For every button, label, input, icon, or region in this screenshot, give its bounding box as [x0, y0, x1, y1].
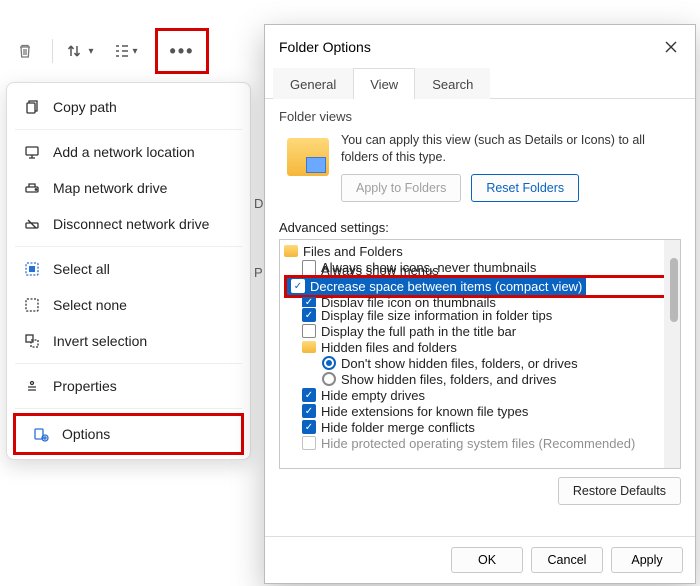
advanced-settings-box: Files and Folders Always show icons, nev…: [279, 239, 681, 469]
tree-display-file-size[interactable]: ✓Display file size information in folder…: [284, 307, 676, 323]
ctx-label: Select none: [53, 297, 127, 313]
ctx-label: Copy path: [53, 99, 117, 115]
tab-search[interactable]: Search: [415, 68, 490, 99]
tree-display-full-path[interactable]: Display the full path in the title bar: [284, 323, 676, 339]
tree-hide-protected-os[interactable]: Hide protected operating system files (R…: [284, 435, 676, 451]
folder-views-icon: [287, 138, 329, 176]
radio-icon[interactable]: [322, 356, 336, 370]
tree-hide-extensions[interactable]: ✓Hide extensions for known file types: [284, 403, 676, 419]
folder-views-heading: Folder views: [279, 109, 681, 124]
select-none-icon: [23, 296, 41, 314]
ctx-label: Add a network location: [53, 144, 195, 160]
advanced-settings-label: Advanced settings:: [279, 220, 681, 235]
checkbox-icon[interactable]: ✓: [302, 297, 316, 307]
tree-dont-show-hidden[interactable]: Don't show hidden files, folders, or dri…: [284, 355, 676, 371]
disconnect-drive-icon: [23, 215, 41, 233]
ctx-label: Map network drive: [53, 180, 167, 196]
ctx-options-highlight: Options: [13, 413, 244, 455]
more-button-highlight: •••: [155, 28, 209, 74]
ok-button[interactable]: OK: [451, 547, 523, 573]
ctx-copy-path[interactable]: Copy path: [7, 89, 250, 125]
ctx-label: Disconnect network drive: [53, 216, 209, 232]
tab-view[interactable]: View: [353, 68, 415, 99]
ctx-label: Invert selection: [53, 333, 147, 349]
checkbox-icon[interactable]: ✓: [302, 388, 316, 402]
checkbox-icon[interactable]: ✓: [302, 420, 316, 434]
tree-hide-merge-conflicts[interactable]: ✓Hide folder merge conflicts: [284, 419, 676, 435]
map-drive-icon: [23, 179, 41, 197]
tree-display-file-icon[interactable]: ✓Display file icon on thumbnails: [284, 297, 676, 307]
tree-compact-view[interactable]: ✓Decrease space between items (compact v…: [287, 278, 586, 295]
ctx-select-none[interactable]: Select none: [7, 287, 250, 323]
apply-to-folders-button[interactable]: Apply to Folders: [341, 174, 461, 202]
view-menu-icon[interactable]: ▾: [107, 33, 145, 69]
apply-button[interactable]: Apply: [611, 547, 683, 573]
ctx-label: Properties: [53, 378, 117, 394]
ctx-label: Select all: [53, 261, 110, 277]
ctx-properties[interactable]: Properties: [7, 368, 250, 404]
ctx-select-all[interactable]: Select all: [7, 251, 250, 287]
tree-hidden-files[interactable]: Hidden files and folders: [284, 339, 676, 355]
folder-options-dialog: Folder Options General View Search Folde…: [264, 24, 696, 584]
folder-icon: [302, 341, 316, 353]
checkbox-icon[interactable]: [302, 436, 316, 450]
select-all-icon: [23, 260, 41, 278]
invert-selection-icon: [23, 332, 41, 350]
network-location-icon: [23, 143, 41, 161]
checkbox-icon[interactable]: ✓: [302, 308, 316, 322]
tree-show-hidden[interactable]: Show hidden files, folders, and drives: [284, 371, 676, 387]
scrollbar-thumb[interactable]: [670, 258, 678, 322]
radio-icon[interactable]: [322, 372, 336, 386]
ctx-map-drive[interactable]: Map network drive: [7, 170, 250, 206]
properties-icon: [23, 377, 41, 395]
reset-folders-button[interactable]: Reset Folders: [471, 174, 579, 202]
ctx-add-network-location[interactable]: Add a network location: [7, 134, 250, 170]
scrollbar[interactable]: [664, 240, 680, 468]
ctx-invert-selection[interactable]: Invert selection: [7, 323, 250, 359]
checkbox-icon[interactable]: [302, 266, 316, 275]
cancel-button[interactable]: Cancel: [531, 547, 603, 573]
options-icon: [32, 425, 50, 443]
checkbox-icon[interactable]: [302, 324, 316, 338]
checkbox-icon[interactable]: ✓: [291, 279, 305, 293]
folder-icon: [284, 245, 298, 257]
dialog-title: Folder Options: [279, 39, 371, 55]
tabs: General View Search: [265, 67, 695, 99]
tree-hide-empty-drives[interactable]: ✓Hide empty drives: [284, 387, 676, 403]
restore-defaults-button[interactable]: Restore Defaults: [558, 477, 681, 505]
more-button[interactable]: •••: [170, 41, 195, 62]
tab-general[interactable]: General: [273, 68, 353, 99]
checkbox-icon[interactable]: ✓: [302, 404, 316, 418]
ctx-disconnect-drive[interactable]: Disconnect network drive: [7, 206, 250, 242]
context-menu: Copy path Add a network location Map net…: [6, 82, 251, 460]
ctx-label: Options: [62, 426, 110, 442]
tree-compact-view-highlight: ✓Decrease space between items (compact v…: [284, 275, 676, 298]
tree-root[interactable]: Files and Folders: [284, 243, 676, 259]
sort-icon[interactable]: ▾: [61, 33, 99, 69]
delete-icon[interactable]: [6, 33, 44, 69]
copy-path-icon: [23, 98, 41, 116]
close-button[interactable]: [657, 33, 685, 61]
more-icon: •••: [170, 41, 195, 62]
folder-views-desc: You can apply this view (such as Details…: [341, 132, 677, 166]
